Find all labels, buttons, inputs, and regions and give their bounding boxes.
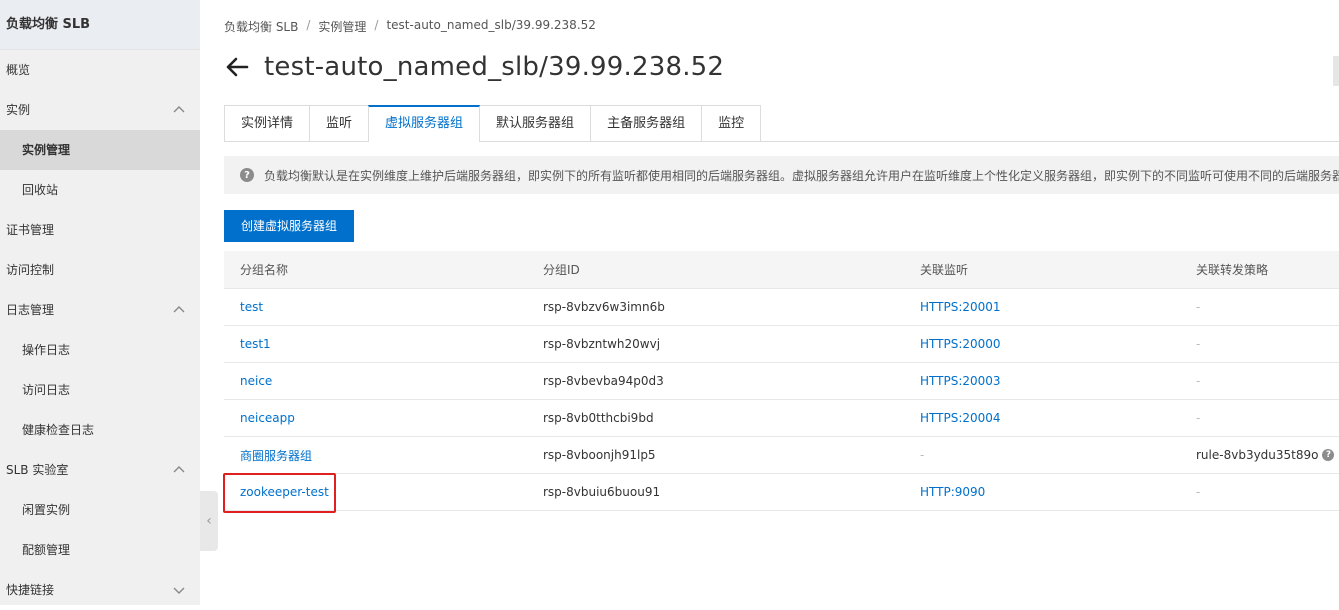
sidebar-item-label: SLB 实验室 <box>6 463 69 477</box>
listener-link[interactable]: HTTP:9090 <box>920 485 985 499</box>
rule-value: - <box>1196 411 1201 425</box>
group-name-link[interactable]: test1 <box>240 337 271 351</box>
sidebar-item-idle-instances[interactable]: 闲置实例 <box>0 490 200 530</box>
listener-link[interactable]: HTTPS:20001 <box>920 300 1001 314</box>
arrow-left-icon[interactable] <box>224 54 250 80</box>
table-header: 分组名称 分组ID 关联监听 关联转发策略 <box>224 251 1339 289</box>
breadcrumb-separator: / <box>374 18 379 32</box>
sidebar-item-quota-management[interactable]: 配额管理 <box>0 530 200 570</box>
group-name-link[interactable]: neice <box>240 374 272 388</box>
sidebar-item-access-control[interactable]: 访问控制 <box>0 250 200 290</box>
sidebar-title: 负载均衡 SLB <box>0 0 200 50</box>
group-name-link[interactable]: zookeeper-test <box>240 485 329 499</box>
breadcrumb-item-slb[interactable]: 负载均衡 SLB <box>224 18 298 35</box>
table-row: test1 rsp-8vbzntwh20wvj HTTPS:20000 - <box>224 326 1339 363</box>
group-name-link[interactable]: test <box>240 300 263 314</box>
sidebar-item-operation-log[interactable]: 操作日志 <box>0 330 200 370</box>
tab-default-server-group[interactable]: 默认服务器组 <box>479 105 592 141</box>
sidebar-item-quick-links[interactable]: 快捷链接 <box>0 570 200 610</box>
listener-value: - <box>920 448 925 462</box>
sidebar-item-instance-management[interactable]: 实例管理 <box>0 130 200 170</box>
group-id: rsp-8vb0tthcbi9bd <box>543 411 654 425</box>
sidebar-item-access-log[interactable]: 访问日志 <box>0 370 200 410</box>
breadcrumb: 负载均衡 SLB / 实例管理 / test-auto_named_slb/39… <box>224 18 596 35</box>
group-id: rsp-8vbuiu6buou91 <box>543 485 661 499</box>
group-name-link[interactable]: 商圈服务器组 <box>240 449 312 463</box>
rule-value: - <box>1196 300 1201 314</box>
group-name-link[interactable]: neiceapp <box>240 411 295 425</box>
group-id: rsp-8vbzntwh20wvj <box>543 337 661 351</box>
tab-monitoring[interactable]: 监控 <box>701 105 762 141</box>
group-id: rsp-8vboonjh91lp5 <box>543 448 656 462</box>
rule-value: - <box>1196 485 1201 499</box>
sidebar: 负载均衡 SLB 概览 实例 实例管理 回收站 证书管理 访问控制 日志管理 操… <box>0 0 200 605</box>
table-row: neiceapp rsp-8vb0tthcbi9bd HTTPS:20004 - <box>224 400 1339 437</box>
column-header-group-id: 分组ID <box>543 263 580 277</box>
sidebar-item-label: 日志管理 <box>6 303 55 317</box>
rule-value: rule-8vb3ydu35t89o <box>1196 448 1319 462</box>
group-id: rsp-8vbzv6w3imn6b <box>543 300 665 314</box>
tab-master-slave-server-group[interactable]: 主备服务器组 <box>590 105 703 141</box>
chevron-down-icon[interactable] <box>172 583 186 597</box>
notice-text: 负载均衡默认是在实例维度上维护后端服务器组，即实例下的所有监听都使用相同的后端服… <box>264 168 1339 183</box>
scrollbar[interactable] <box>1333 56 1339 86</box>
column-header-group-name: 分组名称 <box>240 263 289 277</box>
create-vserver-group-button[interactable]: 创建虚拟服务器组 <box>224 210 355 242</box>
info-notice: ? 负载均衡默认是在实例维度上维护后端服务器组，即实例下的所有监听都使用相同的后… <box>224 156 1339 194</box>
group-id: rsp-8vbevba94p0d3 <box>543 374 664 388</box>
sidebar-item-health-check-log[interactable]: 健康检查日志 <box>0 410 200 450</box>
column-header-listener: 关联监听 <box>920 263 969 277</box>
vserver-group-table: 分组名称 分组ID 关联监听 关联转发策略 test rsp-8vbzv6w3i… <box>224 251 1339 511</box>
chevron-up-icon[interactable] <box>172 303 186 317</box>
column-header-forwarding-rule: 关联转发策略 <box>1196 263 1269 277</box>
sidebar-item-overview[interactable]: 概览 <box>0 50 200 90</box>
sidebar-item-certificate-management[interactable]: 证书管理 <box>0 210 200 250</box>
tab-listeners[interactable]: 监听 <box>309 105 370 141</box>
sidebar-item-recycle-bin[interactable]: 回收站 <box>0 170 200 210</box>
listener-link[interactable]: HTTPS:20003 <box>920 374 1001 388</box>
tab-bar: 实例详情 监听 虚拟服务器组 默认服务器组 主备服务器组 监控 <box>224 105 1339 142</box>
page-header: test-auto_named_slb/39.99.238.52 <box>224 52 724 82</box>
tab-instance-details[interactable]: 实例详情 <box>224 105 311 141</box>
chevron-up-icon[interactable] <box>172 463 186 477</box>
sidebar-item-label: 实例 <box>6 103 31 117</box>
sidebar-item-slb-lab[interactable]: SLB 实验室 <box>0 450 200 490</box>
sidebar-item-label: 快捷链接 <box>6 583 55 597</box>
main-content: 负载均衡 SLB / 实例管理 / test-auto_named_slb/39… <box>200 0 1339 605</box>
listener-link[interactable]: HTTPS:20004 <box>920 411 1001 425</box>
question-circle-icon: ? <box>240 168 254 182</box>
tab-vserver-groups[interactable]: 虚拟服务器组 <box>368 105 481 142</box>
breadcrumb-separator: / <box>306 18 311 32</box>
table-row: neice rsp-8vbevba94p0d3 HTTPS:20003 - <box>224 363 1339 400</box>
sidebar-item-log-management[interactable]: 日志管理 <box>0 290 200 330</box>
breadcrumb-item-instance-management[interactable]: 实例管理 <box>318 18 366 35</box>
breadcrumb-item-current: test-auto_named_slb/39.99.238.52 <box>386 18 596 32</box>
listener-link[interactable]: HTTPS:20000 <box>920 337 1001 351</box>
table-row: zookeeper-test rsp-8vbuiu6buou91 HTTP:90… <box>224 474 1339 511</box>
rule-value: - <box>1196 337 1201 351</box>
rule-value: - <box>1196 374 1201 388</box>
chevron-up-icon[interactable] <box>172 103 186 117</box>
sidebar-item-instance[interactable]: 实例 <box>0 90 200 130</box>
table-row: 商圈服务器组 rsp-8vboonjh91lp5 - rule-8vb3ydu3… <box>224 437 1339 474</box>
question-circle-icon[interactable]: ? <box>1322 449 1335 461</box>
table-row: test rsp-8vbzv6w3imn6b HTTPS:20001 - <box>224 289 1339 326</box>
page-title: test-auto_named_slb/39.99.238.52 <box>264 52 725 82</box>
